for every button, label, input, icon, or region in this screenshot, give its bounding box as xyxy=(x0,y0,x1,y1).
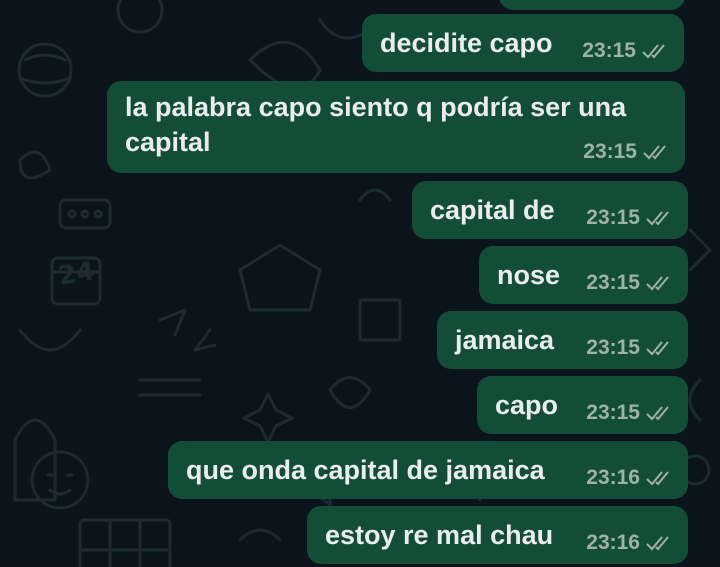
message-meta: 23:16 xyxy=(586,531,674,555)
outgoing-message[interactable]: capital de 23:15 xyxy=(412,181,688,239)
message-text: que onda capital de jamaica xyxy=(186,455,545,485)
outgoing-message[interactable]: estoy re mal chau 23:16 xyxy=(307,506,688,564)
message-text: estoy re mal chau xyxy=(325,520,554,550)
double-check-icon xyxy=(643,145,666,160)
message-text: capo xyxy=(495,390,559,420)
message-timestamp: 23:16 xyxy=(586,531,640,554)
message-meta: 23:16 xyxy=(586,466,674,490)
message-timestamp: 23:15 xyxy=(586,336,640,359)
message-text: nose xyxy=(497,260,561,290)
message-meta: 23:15 xyxy=(583,140,671,164)
message-meta: 23:15 xyxy=(586,336,674,360)
outgoing-message[interactable] xyxy=(499,0,685,10)
double-check-icon xyxy=(646,341,669,356)
message-meta: 23:15 xyxy=(586,206,674,230)
message-timestamp: 23:16 xyxy=(586,466,640,489)
message-timestamp: 23:15 xyxy=(586,206,640,229)
message-timestamp: 23:15 xyxy=(582,39,636,62)
message-text: capital de xyxy=(430,195,555,225)
outgoing-message[interactable]: que onda capital de jamaica 23:16 xyxy=(168,441,688,499)
message-meta: 23:15 xyxy=(586,401,674,425)
message-text: decidite capo xyxy=(380,28,553,58)
double-check-icon xyxy=(646,536,669,551)
message-text: la palabra capo siento q podría ser una xyxy=(125,92,627,122)
outgoing-message[interactable]: nose 23:15 xyxy=(479,246,688,304)
outgoing-message[interactable]: decidite capo 23:15 xyxy=(362,14,684,72)
svg-text:24: 24 xyxy=(56,256,97,292)
double-check-icon xyxy=(646,471,669,486)
double-check-icon xyxy=(646,406,669,421)
message-meta: 23:15 xyxy=(586,271,674,295)
message-timestamp: 23:15 xyxy=(586,401,640,424)
double-check-icon xyxy=(642,44,665,59)
message-timestamp: 23:15 xyxy=(583,140,637,163)
message-text: capital xyxy=(125,127,211,157)
outgoing-message[interactable]: la palabra capo siento q podría ser una … xyxy=(107,81,685,173)
message-timestamp: 23:15 xyxy=(586,271,640,294)
message-meta: 23:15 xyxy=(582,39,670,63)
outgoing-message[interactable]: jamaica 23:15 xyxy=(437,311,688,369)
double-check-icon xyxy=(646,276,669,291)
message-text: jamaica xyxy=(455,325,555,355)
outgoing-message[interactable]: capo 23:15 xyxy=(477,376,688,434)
double-check-icon xyxy=(646,211,669,226)
